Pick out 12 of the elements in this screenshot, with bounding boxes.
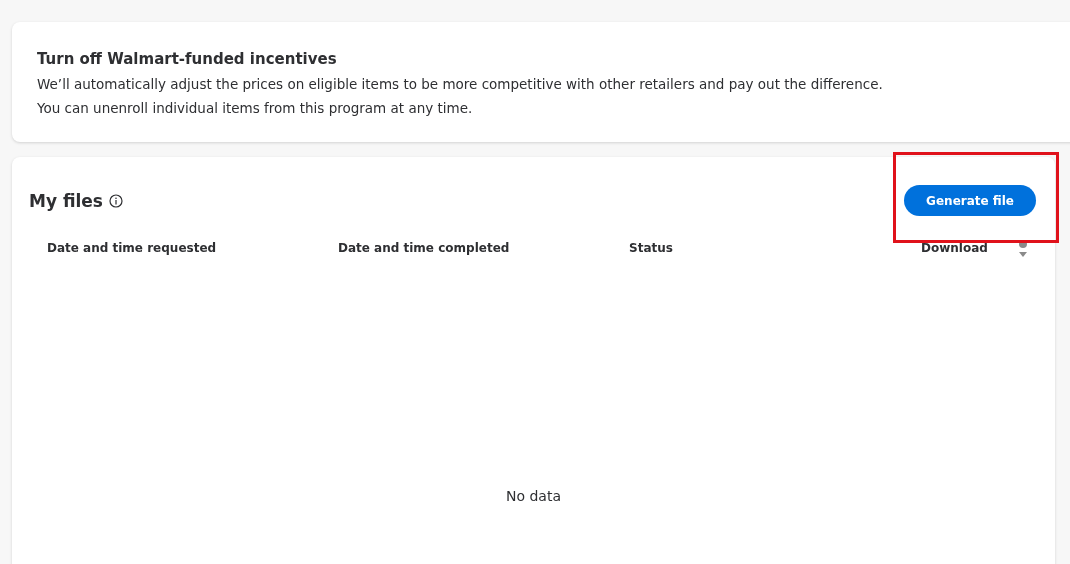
- info-icon[interactable]: [109, 193, 123, 208]
- column-header: Date and time completed: [338, 240, 511, 256]
- empty-message: No data: [505, 488, 562, 504]
- files-title: My files: [29, 190, 103, 211]
- column-menu-icon[interactable]: [1018, 240, 1028, 258]
- notice-text: You can unenroll individual items from this program at any time.: [37, 99, 474, 118]
- column-header: Download: [921, 240, 989, 256]
- column-header: Status: [629, 240, 674, 256]
- notice-title: Turn off Walmart-funded incentives: [37, 50, 338, 68]
- generate-file-button[interactable]: Generate file: [904, 185, 1036, 216]
- notice-text: We’ll automatically adjust the prices on eligible items to be more competitive with other retailers and pay out the difference.: [37, 75, 884, 94]
- column-header: Date and time requested: [47, 240, 218, 256]
